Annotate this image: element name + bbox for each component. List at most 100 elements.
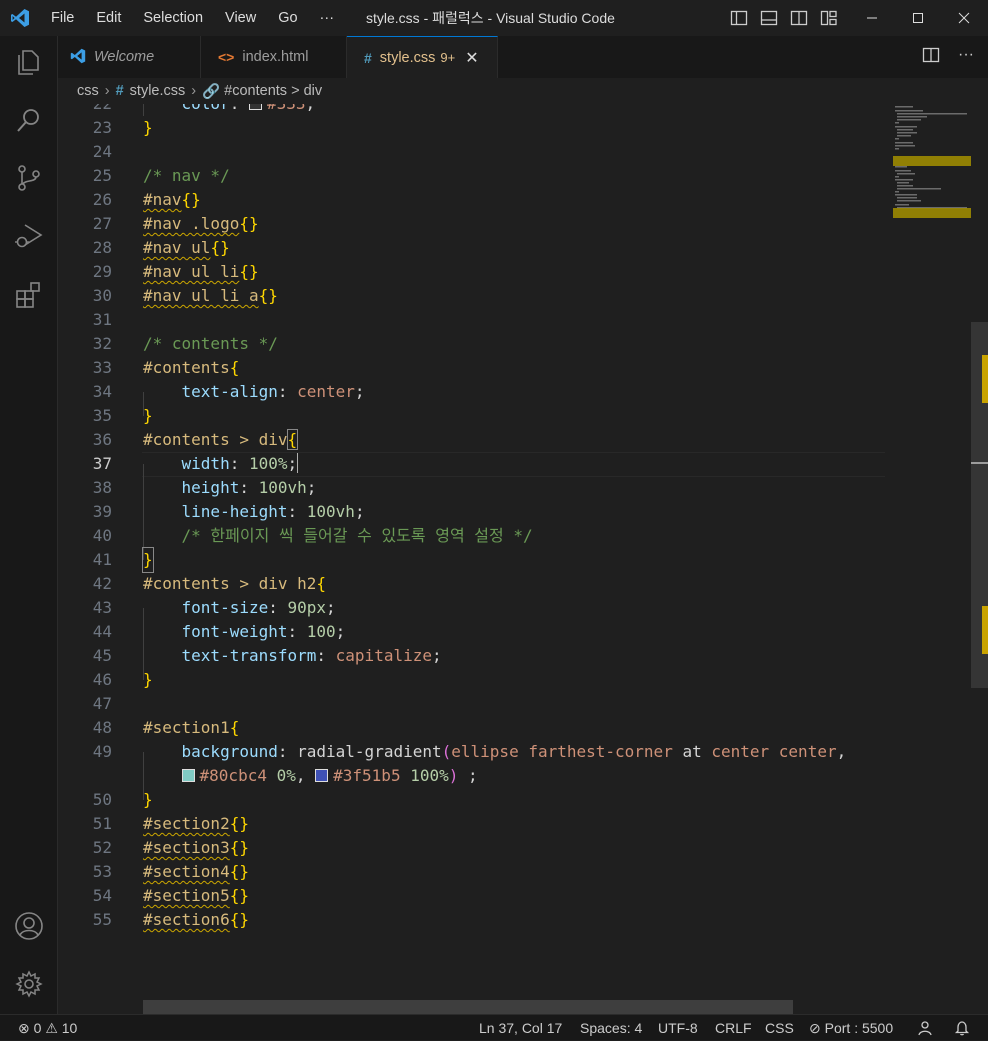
code-line: 34 text-align: center; (92, 382, 365, 401)
code-line: 26 #nav{} (92, 190, 201, 209)
settings-gear-icon[interactable] (13, 968, 45, 1000)
code-line: 24 (92, 142, 112, 161)
code-line: 29 #nav ul li{} (92, 262, 259, 281)
warning-count: 10 (61, 1020, 78, 1036)
tab-label: style.css (379, 49, 436, 66)
extensions-icon[interactable] (13, 278, 45, 310)
warning-marker (982, 606, 988, 654)
code-line: 33 #contents{ (92, 358, 240, 377)
toggle-panel-icon[interactable] (760, 9, 780, 27)
code-editor[interactable]: 22 color: #333; 23} 24 25/* nav */ 26#na… (58, 104, 988, 1014)
activity-bar (0, 36, 58, 1014)
code-line: 42 #contents > div h2{ (92, 574, 327, 593)
search-icon[interactable] (13, 104, 45, 136)
tab-bar: Welcome <> index.html # style.css 9+ ✕ ·… (58, 36, 988, 78)
code-line: 40 /* 한페이지 씩 들어갈 수 있도록 영역 설정 */ (92, 526, 533, 545)
no-entry-icon: ⊘ (809, 1020, 821, 1036)
code-line: 45 text-transform: capitalize; (92, 646, 442, 665)
live-server-status[interactable]: ⊘ Port : 5500 (809, 1015, 893, 1041)
text-cursor (297, 453, 299, 473)
error-icon: ⊗ (18, 1020, 30, 1036)
menu-selection[interactable]: Selection (132, 0, 214, 36)
code-line: 31 (92, 310, 112, 329)
menu-view[interactable]: View (214, 0, 267, 36)
close-tab-icon[interactable]: ✕ (465, 48, 478, 68)
vscode-icon (70, 48, 86, 67)
css-icon: # (115, 83, 124, 99)
code-line: 30 #nav ul li a{} (92, 286, 278, 305)
menu-more[interactable]: ··· (309, 0, 346, 36)
account-icon[interactable] (13, 910, 45, 942)
encoding[interactable]: UTF-8 (658, 1015, 698, 1041)
code-line-current: 37 width: 100%; (92, 453, 299, 473)
minimap[interactable] (893, 104, 971, 224)
code-line: 22 color: #333; (58, 104, 886, 116)
vertical-scrollbar[interactable] (971, 322, 988, 688)
code-line: 25/* nav */ (92, 166, 230, 185)
customize-layout-icon[interactable] (820, 9, 840, 27)
breadcrumb: css › # style.css › 🔗 #contents > div (58, 78, 988, 104)
css-icon: # (364, 49, 372, 66)
code-line: 28 #nav ul{} (92, 238, 230, 257)
menu-go[interactable]: Go (267, 0, 308, 36)
breadcrumb-symbol[interactable]: #contents > div (224, 83, 322, 99)
breadcrumb-folder[interactable]: css (77, 83, 99, 99)
close-window-button[interactable] (941, 0, 987, 36)
horizontal-scrollbar[interactable] (143, 1000, 793, 1014)
warning-marker (982, 355, 988, 403)
error-count: 0 (33, 1020, 42, 1036)
status-bar: ⊗ 0 ⚠ 10 Ln 37, Col 17 Spaces: 4 UTF-8 C… (0, 1014, 988, 1040)
chevron-right-icon: › (104, 83, 110, 99)
run-debug-icon[interactable] (13, 220, 45, 252)
symbol-icon: 🔗 (202, 83, 221, 100)
code-line: #80cbc4 0%, #3f51b5 100%) ; (58, 764, 886, 788)
code-line: 41} (58, 547, 886, 573)
code-line: 36 #contents > div{ (92, 429, 299, 450)
tab-label: index.html (242, 49, 309, 65)
color-swatch[interactable] (315, 769, 329, 782)
code-line: 48 #section1{ (92, 718, 240, 737)
tab-index-html[interactable]: <> index.html (201, 36, 347, 78)
code-line: 44 font-weight: 100; (92, 622, 346, 641)
source-control-icon[interactable] (13, 162, 45, 194)
end-of-line[interactable]: CRLF (715, 1015, 752, 1041)
code-line: 23} (92, 118, 153, 137)
html-icon: <> (218, 49, 235, 65)
explorer-icon[interactable] (13, 46, 45, 78)
code-line: 32/* contents */ (92, 334, 278, 353)
language-mode[interactable]: CSS (765, 1015, 794, 1041)
problem-badge: 9+ (440, 50, 456, 65)
code-line: 38 height: 100vh; (92, 478, 317, 497)
maximize-button[interactable] (895, 0, 941, 36)
chevron-right-icon: › (191, 83, 197, 99)
menu-file[interactable]: File (40, 0, 85, 36)
cursor-marker (971, 462, 988, 464)
code-line: 47 (92, 694, 112, 713)
toggle-primary-sidebar-icon[interactable] (730, 9, 750, 27)
code-line: 49 background: radial-gradient(ellipse f… (92, 742, 847, 761)
menu-edit[interactable]: Edit (85, 0, 132, 36)
code-line: 53 #section4{} (92, 862, 249, 881)
problems-indicator[interactable]: ⊗ 0 ⚠ 10 (18, 1015, 77, 1041)
code-line: 39 line-height: 100vh; (92, 502, 365, 521)
minimize-button[interactable] (849, 0, 895, 36)
window-title: style.css - 패럴럭스 - Visual Studio Code (366, 10, 615, 26)
indentation[interactable]: Spaces: 4 (580, 1015, 642, 1041)
code-line: 35} (92, 406, 153, 425)
vscode-logo-icon (0, 0, 40, 36)
code-line: 27 #nav .logo{} (92, 214, 259, 233)
code-line: 55 #section6{} (92, 910, 249, 929)
feedback-icon[interactable] (917, 1015, 933, 1041)
code-line: 43 font-size: 90px; (92, 598, 336, 617)
more-actions-icon[interactable]: ··· (958, 46, 974, 69)
tab-welcome[interactable]: Welcome (58, 36, 201, 78)
code-line: 54 #section5{} (92, 886, 249, 905)
tab-style-css[interactable]: # style.css 9+ ✕ (347, 36, 498, 78)
color-swatch[interactable] (181, 769, 195, 782)
cursor-position[interactable]: Ln 37, Col 17 (479, 1015, 562, 1041)
toggle-secondary-sidebar-icon[interactable] (790, 9, 810, 27)
breadcrumb-file[interactable]: style.css (130, 83, 186, 99)
split-editor-icon[interactable] (922, 46, 940, 69)
code-line: 50} (92, 790, 153, 809)
notifications-bell-icon[interactable] (954, 1015, 970, 1041)
